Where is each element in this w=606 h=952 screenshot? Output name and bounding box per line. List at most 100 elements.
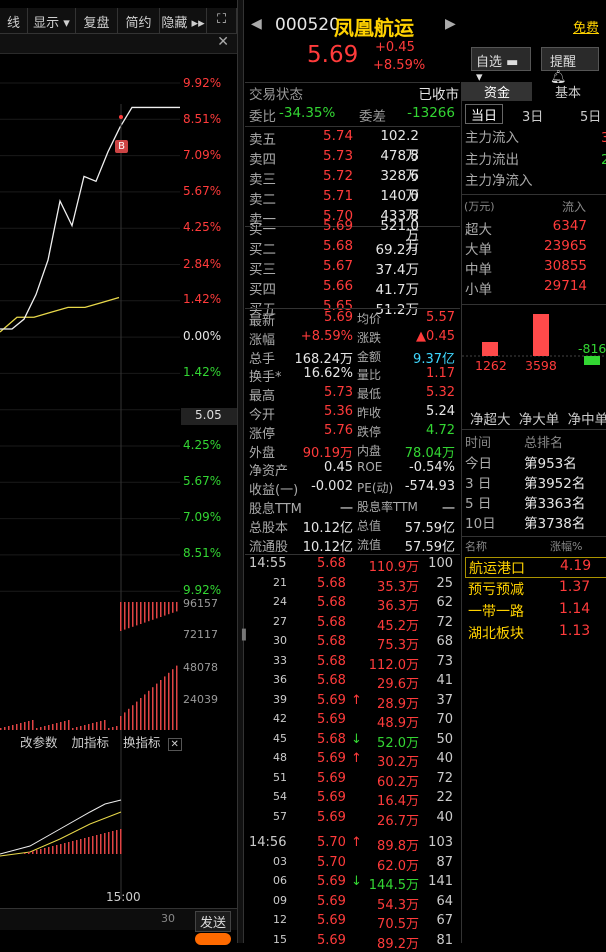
stat-label: 股息TTM <box>249 498 302 517</box>
volume-bar-top <box>156 602 158 618</box>
orderbook-row[interactable]: 买四5.6641.7万 <box>249 278 459 298</box>
orderbook-row[interactable]: 买一5.69521.0万 <box>249 218 459 238</box>
watchlist-button[interactable]: 自选 ▬ ▾ <box>471 47 531 71</box>
order-size-row: 大单23965 <box>465 238 605 258</box>
stat-value: -0.54% <box>409 460 455 475</box>
sector-row[interactable]: 预亏预减 1.37 <box>465 579 606 600</box>
toggle-switch[interactable] <box>195 933 231 945</box>
tick-time: 03 <box>273 855 287 868</box>
orderbook-row[interactable]: 卖二5.71140.0万 <box>249 188 459 208</box>
orderbook-row[interactable]: 买三5.6737.4万 <box>249 258 459 278</box>
vol-label: 72117 <box>183 628 218 641</box>
toolbar-line[interactable]: 线 <box>0 8 28 33</box>
pct-down-label: 4.25% <box>183 438 221 452</box>
tab-basic[interactable]: 基本 <box>538 82 598 101</box>
stat-value: 5.73 <box>324 385 353 400</box>
stat-label: 流值 <box>357 536 381 553</box>
stat-value: 9.37亿 <box>413 348 455 367</box>
wb-value: -34.35% <box>279 105 335 121</box>
stat-row: 流通股10.12亿流值57.59亿 <box>249 536 459 556</box>
fullscreen-icon[interactable]: ⛶ <box>207 8 237 33</box>
subtab-3day[interactable]: 3日 <box>522 106 543 125</box>
send-button[interactable]: 发送 <box>195 911 231 932</box>
stat-value: 5.32 <box>426 385 455 400</box>
orderbook-price: 5.74 <box>323 128 353 144</box>
toolbar-replay[interactable]: 复盘 <box>76 8 118 33</box>
volume-bar <box>8 726 10 730</box>
stat-row: 外盘90.19万内盘78.04万 <box>249 442 459 462</box>
sector-row[interactable]: 一带一路1.14 <box>465 601 606 622</box>
volume-bar-top <box>160 602 162 617</box>
tick-volume: 52.0万 <box>359 732 419 751</box>
stat-row: 收益(一)-0.002PE(动)-574.93 <box>249 479 459 499</box>
orderbook-label: 买四 <box>249 278 276 298</box>
stat-value: 168.24万 <box>295 348 354 367</box>
add-indicator-button[interactable]: 加指标 <box>72 735 110 750</box>
sector-name: 湖北板块 <box>468 623 524 643</box>
prev-stock-icon[interactable]: ◀ <box>251 16 262 32</box>
volume-bar <box>168 673 170 730</box>
sector-pct: 1.37 <box>559 579 590 595</box>
orderbook-label: 卖四 <box>249 148 276 168</box>
sector-name: 预亏预减 <box>468 579 524 599</box>
close-indicator-icon[interactable]: ✕ <box>168 738 182 751</box>
volume-bar <box>100 721 102 730</box>
tick-row: 395.69↑28.9万37 <box>249 693 459 713</box>
tick-row: 035.7062.0万87 <box>249 855 459 875</box>
tick-count: 68 <box>436 634 453 649</box>
tick-row: 125.6970.5万67 <box>249 913 459 933</box>
bar-value: 3598 <box>525 358 557 373</box>
subtab-today[interactable]: 当日 <box>465 104 503 124</box>
free-link[interactable]: 免费 <box>573 17 599 36</box>
tick-time: 06 <box>273 874 287 887</box>
orderbook-row[interactable]: 卖三5.72328.6万 <box>249 168 459 188</box>
size-label: 超大 <box>465 222 492 238</box>
stat-row: 总手168.24万金额9.37亿 <box>249 348 459 368</box>
tick-time: 14:56 <box>249 835 286 850</box>
orderbook-row[interactable]: 卖五5.74102.2万 <box>249 128 459 148</box>
tick-time: 24 <box>273 595 287 608</box>
remind-button[interactable]: 提醒 🔔︎ <box>541 47 599 71</box>
size-label: 大单 <box>465 242 492 258</box>
indicator-bar <box>72 841 74 854</box>
volume-bar <box>32 720 34 730</box>
rank-value: 第3738名 <box>524 512 585 532</box>
size-label: 小单 <box>465 282 492 298</box>
stat-label: 总手 <box>249 348 275 367</box>
orderbook-volume: 41.7万 <box>367 278 419 298</box>
toolbar-display[interactable]: 显示 ▾ <box>28 8 76 33</box>
orderbook-row[interactable]: 买二5.6869.2万 <box>249 238 459 258</box>
orderbook-row[interactable]: 卖四5.73478.8万 <box>249 148 459 168</box>
buy-marker[interactable]: B <box>115 140 128 153</box>
subtab-5day[interactable]: 5日 <box>580 106 601 125</box>
sector-row[interactable]: 湖北板块1.13 <box>465 623 606 644</box>
stat-value: -0.002 <box>311 479 353 494</box>
volume-bar <box>0 728 2 730</box>
stat-value: +8.59% <box>301 329 353 344</box>
volume-bar-top <box>124 602 126 630</box>
panel-divider[interactable]: ▐ <box>237 0 244 943</box>
flow-in-value: 3 <box>601 128 606 150</box>
toolbar-simple[interactable]: 简约 <box>118 8 160 33</box>
toolbar-hide[interactable]: 隐藏 ▸▸ <box>160 8 207 33</box>
sector-row[interactable]: 航运港口4.19 <box>465 557 606 578</box>
time-axis-label: 15:00 <box>106 890 141 904</box>
volume-bar <box>16 724 18 730</box>
rank-time-head: 时间 <box>465 432 491 451</box>
tab-fund[interactable]: 资金 <box>462 82 532 101</box>
flow-out-label: 主力流出 <box>465 152 519 168</box>
sub-tabs: 当日 3日 5日 <box>462 104 606 124</box>
edit-params-button[interactable]: 改参数 <box>20 735 58 750</box>
tick-volume: 28.9万 <box>359 693 419 712</box>
stat-label: 均价 <box>357 310 381 327</box>
tick-price: 5.68 <box>317 556 346 571</box>
tick-count: 73 <box>436 654 453 669</box>
switch-indicator-button[interactable]: 换指标 <box>123 735 161 750</box>
volume-bar <box>176 666 178 730</box>
orderbook-price: 5.71 <box>323 188 353 204</box>
next-stock-icon[interactable]: ▶ <box>445 16 456 32</box>
tick-row: 485.69↑30.2万40 <box>249 751 459 771</box>
indicator-bar <box>92 836 94 854</box>
tick-volume: 89.2万 <box>359 933 419 952</box>
close-icon[interactable]: ✕ <box>217 34 229 50</box>
